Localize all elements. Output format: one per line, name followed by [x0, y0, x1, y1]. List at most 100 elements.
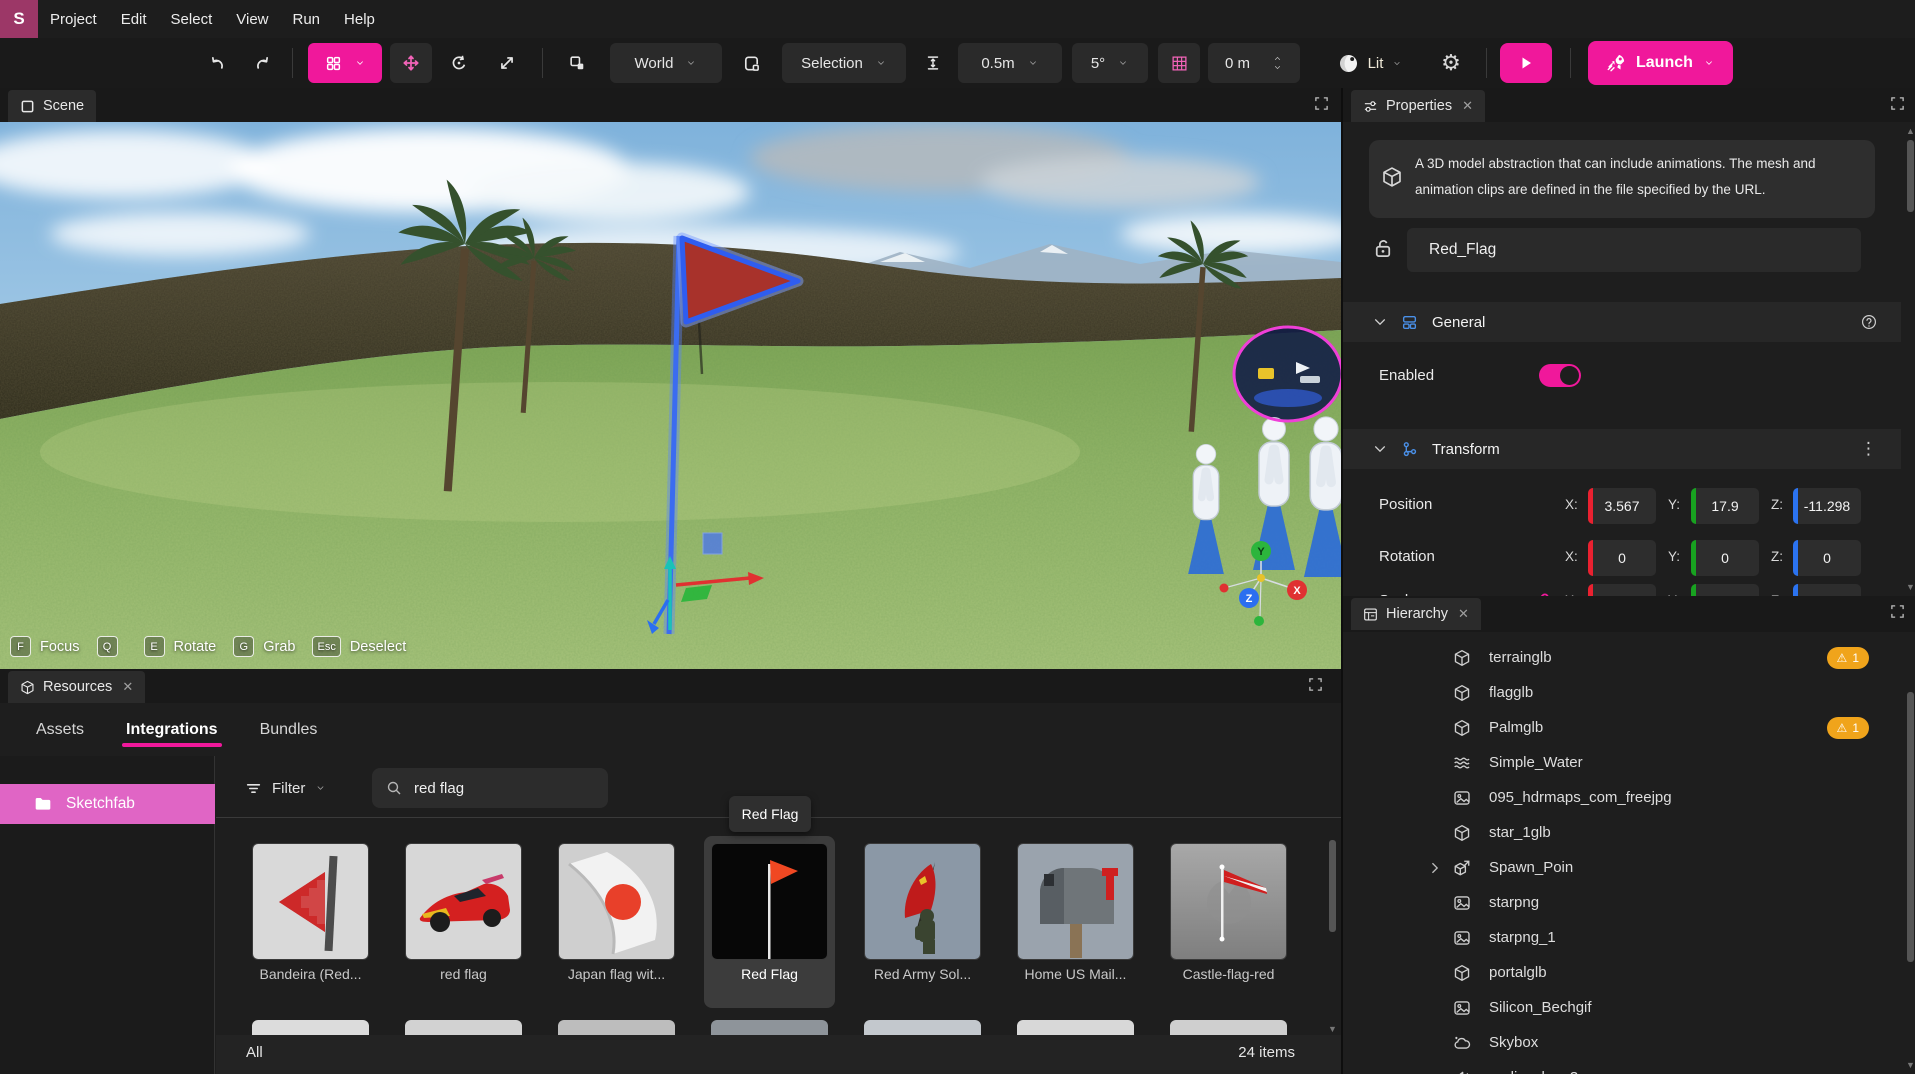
rotation-y-field[interactable]: 0 — [1691, 540, 1759, 576]
stepper-arrows[interactable] — [1272, 55, 1283, 71]
kebab-menu-icon[interactable]: ⋮ — [1860, 439, 1877, 459]
position-z-field[interactable]: -11.298 — [1793, 488, 1861, 524]
hierarchy-item[interactable]: Palmglb ⚠1 — [1343, 710, 1899, 745]
keycap: G — [233, 636, 254, 657]
tab-bundles[interactable]: Bundles — [258, 707, 320, 753]
resources-tabs: Assets Integrations Bundles — [0, 703, 1341, 756]
general-section-header[interactable]: General — [1343, 302, 1901, 342]
expand-chevron-icon[interactable] — [1428, 861, 1442, 875]
menu-help[interactable]: Help — [332, 0, 387, 38]
search-input[interactable] — [412, 779, 582, 798]
resource-card[interactable]: Bandeira (Red... — [245, 836, 376, 1008]
hierarchy-item[interactable]: starpng — [1343, 885, 1899, 920]
space-dropdown[interactable]: World — [610, 43, 722, 83]
hierarchy-item[interactable]: starpng_1 — [1343, 920, 1899, 955]
hierarchy-expand-button[interactable] — [1890, 604, 1905, 619]
scale-z-field[interactable]: 1.84 — [1793, 584, 1861, 596]
render-mode-dropdown[interactable]: Lit — [1322, 43, 1418, 83]
properties-expand-button[interactable] — [1890, 96, 1905, 111]
play-button[interactable] — [1500, 43, 1552, 83]
tab-scene[interactable]: Scene — [8, 90, 96, 122]
scene-viewport[interactable]: Y Z X FFocus Q ERotate GGrab EscDeselect — [0, 122, 1341, 669]
hierarchy-item[interactable]: terrainglb ⚠1 — [1343, 640, 1899, 675]
height-stepper[interactable]: 0 m — [1208, 43, 1300, 83]
hierarchy-item[interactable]: Silicon_Bechgif — [1343, 990, 1899, 1025]
search-box[interactable] — [372, 768, 608, 808]
tab-integrations[interactable]: Integrations — [124, 707, 220, 753]
filter-button[interactable]: Filter — [245, 768, 326, 808]
launch-button[interactable]: Launch — [1588, 41, 1733, 85]
resource-card-selected[interactable]: Red Flag — [704, 836, 835, 1008]
resource-card[interactable]: Castle-flag-red — [1163, 836, 1294, 1008]
properties-scrollbar[interactable]: ▲ ▼ — [1904, 122, 1915, 596]
position-y-field[interactable]: 17.9 — [1691, 488, 1759, 524]
rotate-snap-dropdown[interactable]: 5° — [1072, 43, 1148, 83]
menu-edit[interactable]: Edit — [109, 0, 159, 38]
rotation-x-field[interactable]: 0 — [1588, 540, 1656, 576]
resource-thumbnail-partial[interactable] — [558, 1020, 675, 1035]
transform-section-header[interactable]: Transform ⋮ — [1343, 429, 1901, 469]
object-name-input[interactable] — [1407, 228, 1861, 272]
toolbar-divider — [292, 48, 293, 78]
scene-expand-button[interactable] — [1314, 96, 1329, 111]
hierarchy-item[interactable]: portalglb — [1343, 955, 1899, 990]
rotate-tool-button[interactable] — [440, 43, 478, 83]
help-icon[interactable] — [1861, 314, 1877, 330]
grid-mode-button[interactable] — [308, 43, 382, 83]
resource-card[interactable]: Home US Mail... — [1010, 836, 1141, 1008]
move-tool-button[interactable] — [390, 43, 432, 83]
frame-button[interactable] — [732, 43, 770, 83]
hierarchy-item[interactable]: Spawn_Poin — [1343, 850, 1899, 885]
resource-thumbnail-partial[interactable] — [1170, 1020, 1287, 1035]
ground-snap-button[interactable] — [914, 43, 952, 83]
resource-card[interactable]: red flag — [398, 836, 529, 1008]
tab-properties[interactable]: Properties ✕ — [1351, 90, 1485, 122]
hierarchy-item[interactable]: 095_hdrmaps_com_freejpg — [1343, 780, 1899, 815]
resources-scrollbar[interactable]: ▼ — [1326, 836, 1338, 1022]
resource-thumbnail-partial[interactable] — [864, 1020, 981, 1035]
unlock-icon[interactable] — [1373, 238, 1393, 258]
menu-project[interactable]: Project — [38, 0, 109, 38]
resource-card[interactable]: Red Army Sol... — [857, 836, 988, 1008]
settings-button[interactable]: ⚙ — [1432, 43, 1470, 83]
tab-hierarchy[interactable]: Hierarchy ✕ — [1351, 598, 1481, 630]
rotation-z-field[interactable]: 0 — [1793, 540, 1861, 576]
hierarchy-item[interactable]: Simple_Water — [1343, 745, 1899, 780]
close-icon[interactable]: ✕ — [1462, 98, 1473, 114]
hierarchy-item[interactable]: flagglb — [1343, 675, 1899, 710]
undo-button[interactable] — [198, 43, 236, 83]
move-snap-dropdown[interactable]: 0.5m — [958, 43, 1062, 83]
scale-x-field[interactable]: 1.84 — [1588, 584, 1656, 596]
resource-thumbnail-partial[interactable] — [252, 1020, 369, 1035]
chevron-down-icon — [1272, 64, 1283, 71]
pivot-button[interactable] — [558, 43, 596, 83]
hierarchy-item[interactable]: Skybox — [1343, 1025, 1899, 1060]
menu-select[interactable]: Select — [159, 0, 225, 38]
hierarchy-item[interactable]: star_1glb — [1343, 815, 1899, 850]
resource-thumbnail-partial[interactable] — [711, 1020, 828, 1035]
grid-toggle-button[interactable] — [1158, 43, 1200, 83]
enabled-toggle[interactable] — [1539, 364, 1581, 387]
menu-view[interactable]: View — [224, 0, 280, 38]
close-icon[interactable]: ✕ — [1458, 606, 1469, 622]
tab-resources[interactable]: Resources ✕ — [8, 671, 145, 703]
resource-card[interactable]: Japan flag wit... — [551, 836, 682, 1008]
resources-expand-button[interactable] — [1308, 677, 1323, 692]
redo-button[interactable] — [244, 43, 282, 83]
selection-dropdown[interactable]: Selection — [782, 43, 906, 83]
hierarchy-item[interactable]: audiovukmp3 — [1343, 1060, 1899, 1074]
scale-y-field[interactable]: 1.84 — [1691, 584, 1759, 596]
hierarchy-scrollbar[interactable]: ▼ — [1904, 632, 1915, 1074]
sidebar-item-sketchfab[interactable]: Sketchfab — [0, 784, 215, 824]
close-icon[interactable]: ✕ — [122, 679, 133, 695]
scale-tool-button[interactable] — [488, 43, 526, 83]
tab-assets[interactable]: Assets — [34, 707, 86, 753]
menu-run[interactable]: Run — [281, 0, 333, 38]
resource-thumbnail-partial[interactable] — [1017, 1020, 1134, 1035]
chevron-down-icon — [1373, 315, 1387, 329]
resource-thumbnail-partial[interactable] — [405, 1020, 522, 1035]
position-x-field[interactable]: 3.567 — [1588, 488, 1656, 524]
description-text: A 3D model abstraction that can include … — [1415, 151, 1855, 203]
footer-all-label[interactable]: All — [246, 1044, 263, 1061]
app-logo[interactable]: S — [0, 0, 38, 38]
